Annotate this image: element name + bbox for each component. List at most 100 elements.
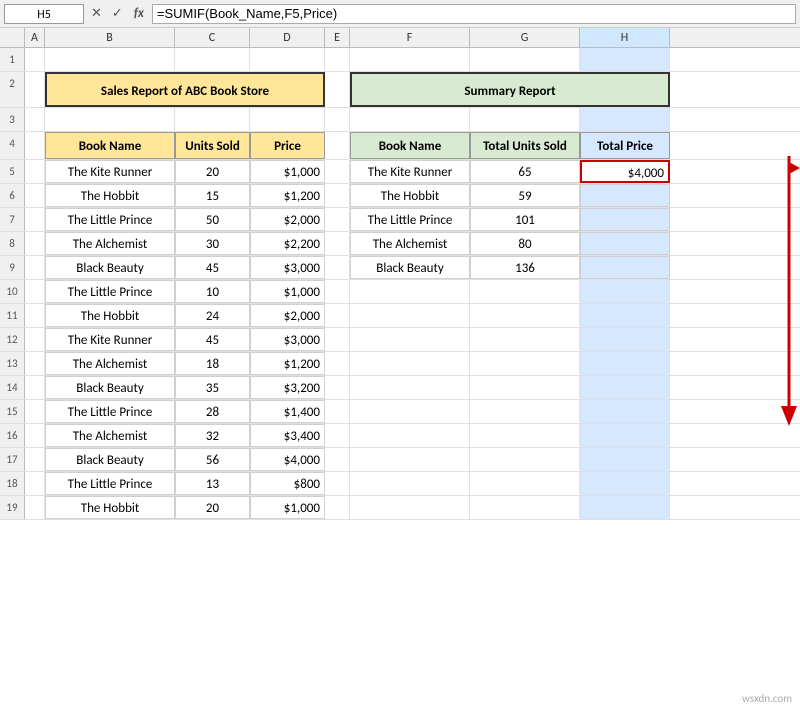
cell-F3[interactable] (350, 108, 470, 131)
cell-H3[interactable] (580, 108, 670, 131)
cell-C5[interactable]: 20 (175, 160, 250, 183)
cell-D8[interactable]: $2,200 (250, 232, 325, 255)
cell-C13[interactable]: 18 (175, 352, 250, 375)
cell-C17[interactable]: 56 (175, 448, 250, 471)
cell-C18[interactable]: 13 (175, 472, 250, 495)
col-header-F[interactable]: F (350, 28, 470, 47)
cell-D18[interactable]: $800 (250, 472, 325, 495)
cell-C11[interactable]: 24 (175, 304, 250, 327)
cell-C6[interactable]: 15 (175, 184, 250, 207)
cell-B7[interactable]: The Little Prince (45, 208, 175, 231)
cell-B13[interactable]: The Alchemist (45, 352, 175, 375)
cell-E8[interactable] (325, 232, 350, 255)
left-header-unitssold[interactable]: Units Sold (175, 132, 250, 159)
cell-C3[interactable] (175, 108, 250, 131)
cell-G3[interactable] (470, 108, 580, 131)
cell-F5[interactable]: The Kite Runner (350, 160, 470, 183)
right-table-title[interactable]: Summary Report (350, 72, 670, 107)
right-header-totalprice[interactable]: Total Price (580, 132, 670, 159)
cell-D6[interactable]: $1,200 (250, 184, 325, 207)
cell-D17[interactable]: $4,000 (250, 448, 325, 471)
cell-F7[interactable]: The Little Prince (350, 208, 470, 231)
cell-C1[interactable] (175, 48, 250, 71)
cell-C19[interactable]: 20 (175, 496, 250, 519)
cell-H7[interactable] (580, 208, 670, 231)
cell-B1[interactable] (45, 48, 175, 71)
col-header-G[interactable]: G (470, 28, 580, 47)
cell-C8[interactable]: 30 (175, 232, 250, 255)
cell-F1[interactable] (350, 48, 470, 71)
cell-B5[interactable]: The Kite Runner (45, 160, 175, 183)
col-header-E[interactable]: E (325, 28, 350, 47)
cell-D11[interactable]: $2,000 (250, 304, 325, 327)
cell-B14[interactable]: Black Beauty (45, 376, 175, 399)
cell-C15[interactable]: 28 (175, 400, 250, 423)
cell-A9[interactable] (25, 256, 45, 279)
cell-B10[interactable]: The Little Prince (45, 280, 175, 303)
cell-E9[interactable] (325, 256, 350, 279)
cell-D16[interactable]: $3,400 (250, 424, 325, 447)
cell-B18[interactable]: The Little Prince (45, 472, 175, 495)
cell-B3[interactable] (45, 108, 175, 131)
cancel-button[interactable]: ✕ (88, 6, 105, 21)
cell-C10[interactable]: 10 (175, 280, 250, 303)
cell-A2[interactable] (25, 72, 45, 107)
cell-H8[interactable] (580, 232, 670, 255)
cell-F8[interactable]: The Alchemist (350, 232, 470, 255)
cell-D19[interactable]: $1,000 (250, 496, 325, 519)
cell-D9[interactable]: $3,000 (250, 256, 325, 279)
left-header-bookname[interactable]: Book Name (45, 132, 175, 159)
cell-F9[interactable]: Black Beauty (350, 256, 470, 279)
cell-H5[interactable]: $4,000 (580, 160, 670, 183)
cell-C9[interactable]: 45 (175, 256, 250, 279)
cell-D10[interactable]: $1,000 (250, 280, 325, 303)
right-header-totalunits[interactable]: Total Units Sold (470, 132, 580, 159)
cell-D12[interactable]: $3,000 (250, 328, 325, 351)
cell-E4[interactable] (325, 132, 350, 159)
cell-C12[interactable]: 45 (175, 328, 250, 351)
formula-input[interactable] (152, 4, 796, 24)
cell-B6[interactable]: The Hobbit (45, 184, 175, 207)
cell-A1[interactable] (25, 48, 45, 71)
cell-C7[interactable]: 50 (175, 208, 250, 231)
col-header-B[interactable]: B (45, 28, 175, 47)
col-header-C[interactable]: C (175, 28, 250, 47)
cell-C16[interactable]: 32 (175, 424, 250, 447)
cell-B12[interactable]: The Kite Runner (45, 328, 175, 351)
confirm-button[interactable]: ✓ (109, 6, 126, 21)
left-header-price[interactable]: Price (250, 132, 325, 159)
cell-name-box[interactable]: H5 (4, 4, 84, 24)
cell-A3[interactable] (25, 108, 45, 131)
cell-C14[interactable]: 35 (175, 376, 250, 399)
cell-B19[interactable]: The Hobbit (45, 496, 175, 519)
cell-D15[interactable]: $1,400 (250, 400, 325, 423)
cell-A8[interactable] (25, 232, 45, 255)
cell-A4[interactable] (25, 132, 45, 159)
left-table-title[interactable]: Sales Report of ABC Book Store (45, 72, 325, 107)
cell-G7[interactable]: 101 (470, 208, 580, 231)
col-header-D[interactable]: D (250, 28, 325, 47)
cell-E2[interactable] (325, 72, 350, 107)
cell-H6[interactable] (580, 184, 670, 207)
cell-D5[interactable]: $1,000 (250, 160, 325, 183)
cell-E1[interactable] (325, 48, 350, 71)
cell-A5[interactable] (25, 160, 45, 183)
cell-D14[interactable]: $3,200 (250, 376, 325, 399)
cell-A7[interactable] (25, 208, 45, 231)
cell-F6[interactable]: The Hobbit (350, 184, 470, 207)
cell-D1[interactable] (250, 48, 325, 71)
cell-G5[interactable]: 65 (470, 160, 580, 183)
cell-B17[interactable]: Black Beauty (45, 448, 175, 471)
cell-A6[interactable] (25, 184, 45, 207)
cell-H9[interactable] (580, 256, 670, 279)
cell-E7[interactable] (325, 208, 350, 231)
right-header-bookname[interactable]: Book Name (350, 132, 470, 159)
cell-E5[interactable] (325, 160, 350, 183)
cell-D3[interactable] (250, 108, 325, 131)
cell-G9[interactable]: 136 (470, 256, 580, 279)
cell-G1[interactable] (470, 48, 580, 71)
cell-H1[interactable] (580, 48, 670, 71)
cell-G8[interactable]: 80 (470, 232, 580, 255)
cell-B9[interactable]: Black Beauty (45, 256, 175, 279)
cell-B8[interactable]: The Alchemist (45, 232, 175, 255)
